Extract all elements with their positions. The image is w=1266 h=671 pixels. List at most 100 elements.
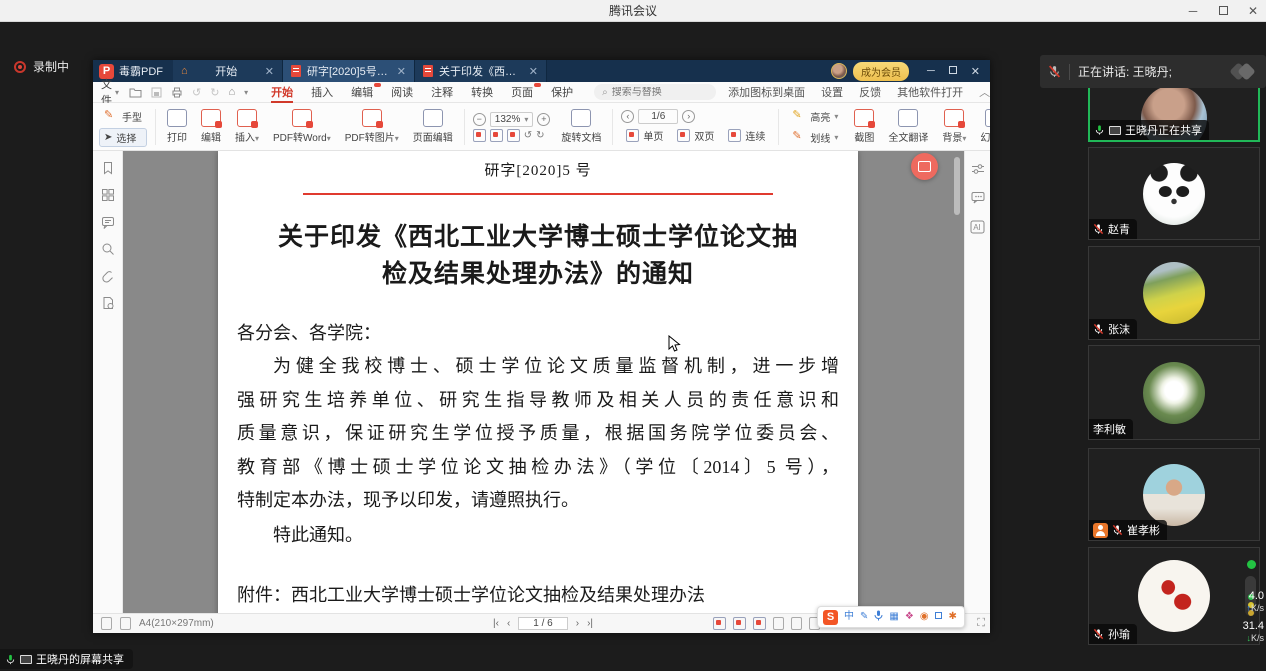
layout-single-icon[interactable] bbox=[773, 617, 784, 630]
print-button[interactable]: 打印 bbox=[164, 107, 190, 146]
save-icon[interactable] bbox=[151, 87, 162, 98]
prev-page-icon[interactable]: ‹ bbox=[507, 618, 510, 629]
collapse-ribbon-icon[interactable]: ︿ bbox=[979, 84, 990, 100]
page-thumb-icon[interactable] bbox=[101, 617, 112, 630]
zoom-in-button[interactable]: + bbox=[537, 113, 550, 126]
comments-icon[interactable] bbox=[101, 215, 115, 229]
ai-assistant-icon[interactable]: AI bbox=[970, 220, 985, 234]
attachment-icon[interactable] bbox=[101, 269, 115, 283]
select-tool-button[interactable]: ➤选择 bbox=[99, 128, 147, 147]
page-thumb-icon[interactable] bbox=[120, 617, 131, 630]
redo-icon[interactable]: ↻ bbox=[210, 86, 219, 99]
tab-close-icon[interactable]: ✕ bbox=[529, 65, 538, 78]
menu-home[interactable]: 开始 bbox=[262, 82, 302, 103]
tab-close-icon[interactable]: ✕ bbox=[265, 65, 274, 78]
voice-input-icon[interactable] bbox=[874, 610, 883, 624]
undo-icon[interactable]: ↺ bbox=[192, 86, 201, 99]
search-panel-icon[interactable] bbox=[101, 242, 115, 256]
hand-tool-button[interactable]: 手型 bbox=[99, 107, 147, 126]
search-input[interactable] bbox=[612, 87, 712, 98]
screen-share-banner[interactable]: 王晓丹的屏幕共享 bbox=[0, 649, 133, 669]
view-mode-icon[interactable] bbox=[713, 617, 726, 630]
tab-home[interactable]: ⌂ 开始 ✕ bbox=[173, 60, 283, 82]
page-indicator[interactable]: 1/6 bbox=[638, 109, 678, 124]
screenshot-button[interactable]: 截图 bbox=[851, 107, 877, 146]
feedback-button[interactable]: 反馈 bbox=[859, 84, 881, 100]
mic-muted-icon[interactable] bbox=[1048, 65, 1061, 78]
fullscreen-icon[interactable]: ⛶ bbox=[977, 617, 984, 630]
participant-tile-cuixiaobin[interactable]: 崔孝彬 bbox=[1088, 448, 1260, 541]
next-page-icon[interactable]: › bbox=[576, 618, 579, 629]
input-mode-icon[interactable]: 中 bbox=[844, 612, 854, 622]
pdf-canvas[interactable]: 研字[2020]5 号 关于印发《西北工业大学博士硕士学位论文抽 检及结果处理办… bbox=[123, 151, 964, 613]
fit-page-icon[interactable] bbox=[490, 129, 503, 142]
tab-close-icon[interactable]: ✕ bbox=[397, 65, 406, 78]
user-avatar[interactable] bbox=[831, 63, 847, 79]
add-desktop-icon-button[interactable]: 添加图标到桌面 bbox=[728, 84, 805, 100]
last-page-icon[interactable]: ›| bbox=[587, 618, 593, 629]
open-folder-icon[interactable] bbox=[129, 87, 142, 98]
become-member-button[interactable]: 成为会员 bbox=[853, 62, 909, 81]
minimize-icon[interactable]: ─ bbox=[1186, 4, 1200, 18]
translate-button[interactable]: 全文翻译 bbox=[885, 107, 931, 146]
search-box[interactable]: ⌕ bbox=[594, 84, 716, 100]
layout-continuous-icon[interactable] bbox=[791, 617, 802, 630]
handwriting-icon[interactable]: ✎ bbox=[860, 612, 868, 622]
insert-button[interactable]: 插入▾ bbox=[232, 107, 262, 146]
float-convert-button[interactable] bbox=[911, 153, 938, 180]
view-mode-icon[interactable] bbox=[733, 617, 746, 630]
participant-tile-liliming[interactable]: 李利敏 bbox=[1088, 345, 1260, 440]
edit-button[interactable]: 编辑 bbox=[198, 107, 224, 146]
doc-info-icon[interactable] bbox=[101, 296, 115, 310]
pdf-restore-icon[interactable] bbox=[949, 65, 957, 77]
menu-annotate[interactable]: 注释 bbox=[422, 82, 462, 103]
sogou-settings-icon[interactable]: ✱ bbox=[949, 612, 957, 622]
toolbox-icon[interactable]: ◉ bbox=[920, 612, 929, 622]
tab-document-1[interactable]: 研字[2020]5号关于印发《西... ✕ bbox=[283, 60, 415, 82]
participant-tile-wangxiaodan[interactable]: 王晓丹正在共享 bbox=[1088, 80, 1260, 142]
rotate-doc-button[interactable]: 旋转文档 bbox=[558, 107, 604, 146]
settings-button[interactable]: 设置 bbox=[821, 84, 843, 100]
pdf-to-image-button[interactable]: PDF转图片▾ bbox=[342, 107, 402, 146]
restore-icon[interactable] bbox=[1216, 4, 1230, 18]
zoom-out-button[interactable]: − bbox=[473, 113, 486, 126]
more-dropdown-icon[interactable]: ▾ bbox=[244, 88, 248, 97]
next-page-button[interactable]: › bbox=[682, 110, 695, 123]
continuous-button[interactable]: 连续 bbox=[723, 126, 770, 145]
underline-button[interactable]: 划线▾ bbox=[787, 128, 843, 147]
single-page-button[interactable]: 单页 bbox=[621, 126, 668, 145]
double-page-button[interactable]: 双页 bbox=[672, 126, 719, 145]
feedback-chat-icon[interactable] bbox=[971, 191, 985, 204]
rotate-left-icon[interactable]: ↺ bbox=[524, 130, 532, 141]
open-with-other-button[interactable]: 其他软件打开 bbox=[897, 84, 963, 100]
bookmark-icon[interactable] bbox=[101, 161, 115, 175]
menu-protect[interactable]: 保护 bbox=[542, 82, 582, 103]
soft-keyboard-icon[interactable]: ▦ bbox=[889, 612, 898, 622]
skin-icon[interactable]: ❖ bbox=[905, 612, 914, 622]
status-page-indicator[interactable]: 1 / 6 bbox=[518, 617, 567, 630]
zoom-level[interactable]: 132%▾ bbox=[490, 112, 534, 127]
participant-tile-sunyu[interactable]: 孙瑜 bbox=[1088, 547, 1260, 645]
print-icon[interactable] bbox=[171, 87, 183, 98]
menu-page[interactable]: 页面 bbox=[502, 82, 542, 103]
slideshow-button[interactable]: 幻灯片 bbox=[977, 107, 990, 146]
quick-home-icon[interactable]: ⌂ bbox=[228, 86, 235, 98]
tab-document-2[interactable]: 关于印发《西北工业大学研... ✕ bbox=[415, 60, 547, 82]
first-page-icon[interactable]: |‹ bbox=[493, 618, 499, 629]
fit-width-icon[interactable] bbox=[473, 129, 486, 142]
highlight-button[interactable]: 高亮▾ bbox=[787, 107, 843, 126]
participant-tile-zhaoqing[interactable]: 赵青 bbox=[1088, 147, 1260, 240]
menu-read[interactable]: 阅读 bbox=[382, 82, 422, 103]
background-button[interactable]: 背景▾ bbox=[939, 107, 969, 146]
pdf-minimize-icon[interactable]: ─ bbox=[927, 65, 935, 77]
menu-insert[interactable]: 插入 bbox=[302, 82, 342, 103]
menu-edit[interactable]: 编辑 bbox=[342, 82, 382, 103]
thumbnails-icon[interactable] bbox=[101, 188, 115, 202]
properties-sliders-icon[interactable] bbox=[971, 163, 985, 175]
pdf-to-word-button[interactable]: PDF转Word▾ bbox=[270, 107, 334, 146]
close-icon[interactable]: ✕ bbox=[1246, 4, 1260, 18]
participant-tile-zhangmo[interactable]: 张沫 bbox=[1088, 246, 1260, 340]
sogou-logo[interactable]: S bbox=[823, 610, 838, 625]
rotate-right-icon[interactable]: ↻ bbox=[536, 130, 544, 141]
view-mode-icon[interactable] bbox=[753, 617, 766, 630]
